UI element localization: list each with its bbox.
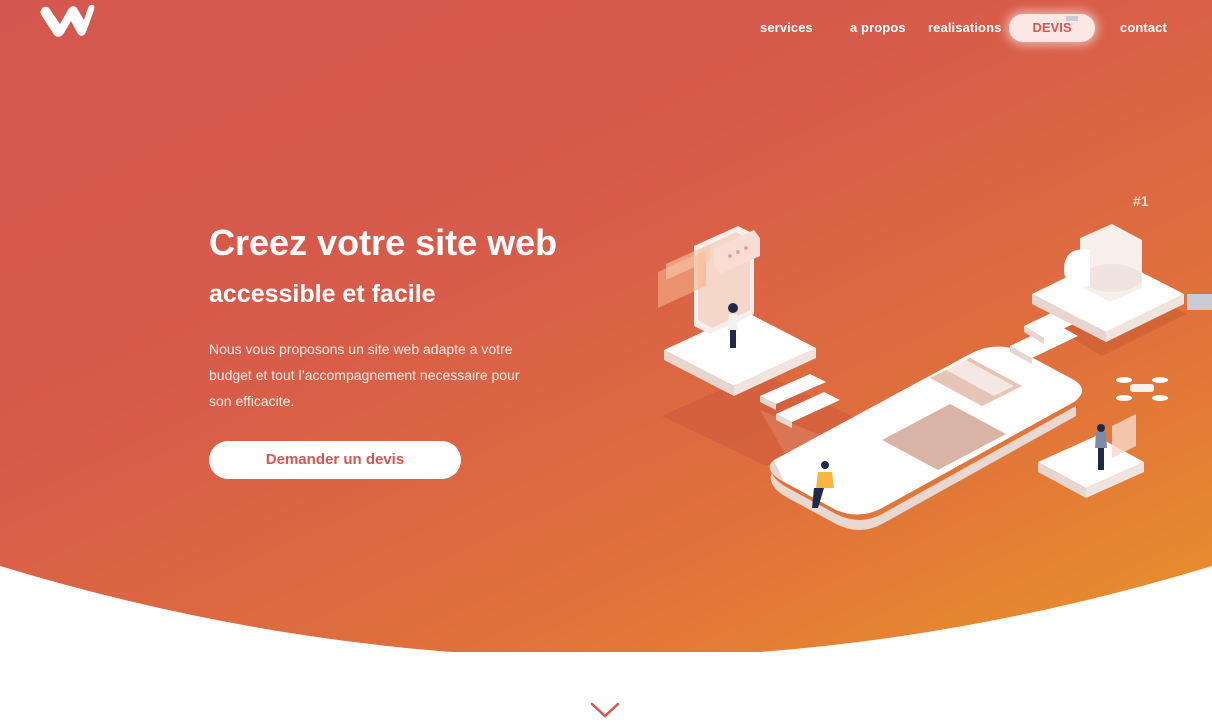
nav-link-services[interactable]: services [760, 20, 813, 35]
nav-link-contact[interactable]: contact [1120, 20, 1167, 35]
person-sitting-figure [821, 461, 829, 469]
hero-subtitle: accessible et facile [209, 280, 436, 308]
request-quote-button[interactable]: Demander un devis [209, 441, 461, 479]
isometric-illustration [658, 224, 1186, 530]
hero-description: Nous vous proposons un site web adapte a… [209, 341, 520, 409]
devis-tab-marker [1066, 16, 1078, 21]
hero-title: Creez votre site web [209, 222, 558, 263]
nav-link-realisations[interactable]: realisations [928, 20, 1001, 35]
main-nav: services a propos realisations DEVIS con… [0, 0, 1212, 56]
nav-devis-button[interactable]: DEVIS [1009, 14, 1095, 42]
left-platform-top [664, 312, 816, 386]
chevron-down-icon[interactable] [590, 700, 620, 720]
nav-link-a-propos[interactable]: a propos [850, 20, 906, 35]
drone-icon [1130, 384, 1154, 392]
